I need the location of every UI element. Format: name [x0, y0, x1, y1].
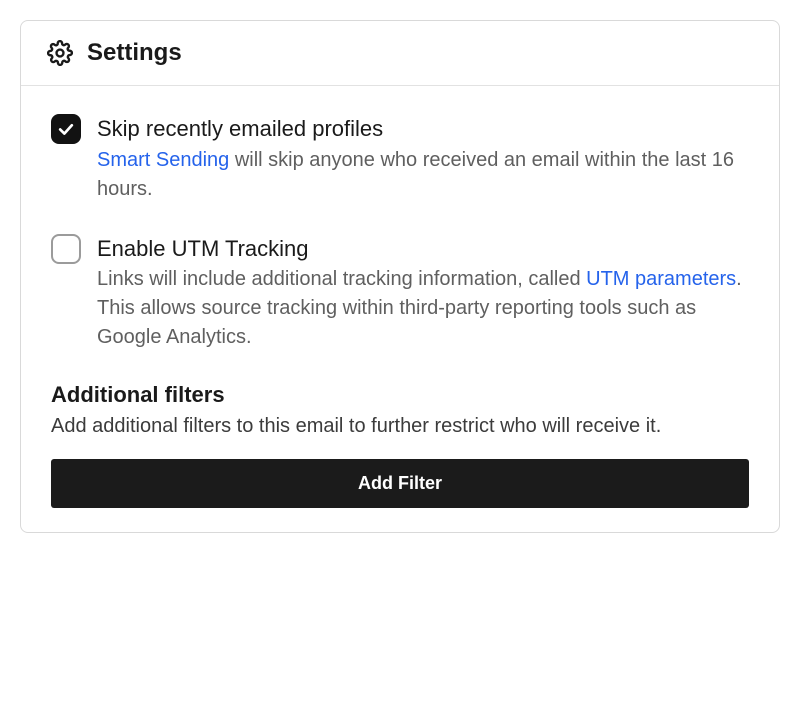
checkbox-skip-recently-emailed[interactable]	[51, 114, 81, 144]
settings-title: Settings	[87, 39, 182, 67]
option-enable-utm-tracking: Enable UTM Tracking Links will include a…	[51, 234, 749, 353]
option-desc-utm: Links will include additional tracking i…	[97, 265, 749, 352]
checkbox-enable-utm-tracking[interactable]	[51, 234, 81, 264]
card-body: Skip recently emailed profiles Smart Sen…	[21, 86, 779, 532]
utm-parameters-link[interactable]: UTM parameters	[586, 268, 736, 290]
gear-icon	[47, 40, 73, 66]
additional-filters-heading: Additional filters	[51, 382, 749, 408]
card-header: Settings	[21, 21, 779, 86]
smart-sending-link[interactable]: Smart Sending	[97, 149, 229, 171]
settings-card: Settings Skip recently emailed profiles …	[20, 20, 780, 533]
option-title-skip: Skip recently emailed profiles	[97, 114, 749, 144]
option-title-utm: Enable UTM Tracking	[97, 234, 749, 264]
option-content: Skip recently emailed profiles Smart Sen…	[97, 114, 749, 204]
additional-filters-description: Add additional filters to this email to …	[51, 412, 749, 441]
add-filter-button[interactable]: Add Filter	[51, 459, 749, 508]
option-desc-skip: Smart Sending will skip anyone who recei…	[97, 146, 749, 204]
option-desc-utm-lead: Links will include additional tracking i…	[97, 268, 586, 290]
option-skip-recently-emailed: Skip recently emailed profiles Smart Sen…	[51, 114, 749, 204]
option-content: Enable UTM Tracking Links will include a…	[97, 234, 749, 353]
